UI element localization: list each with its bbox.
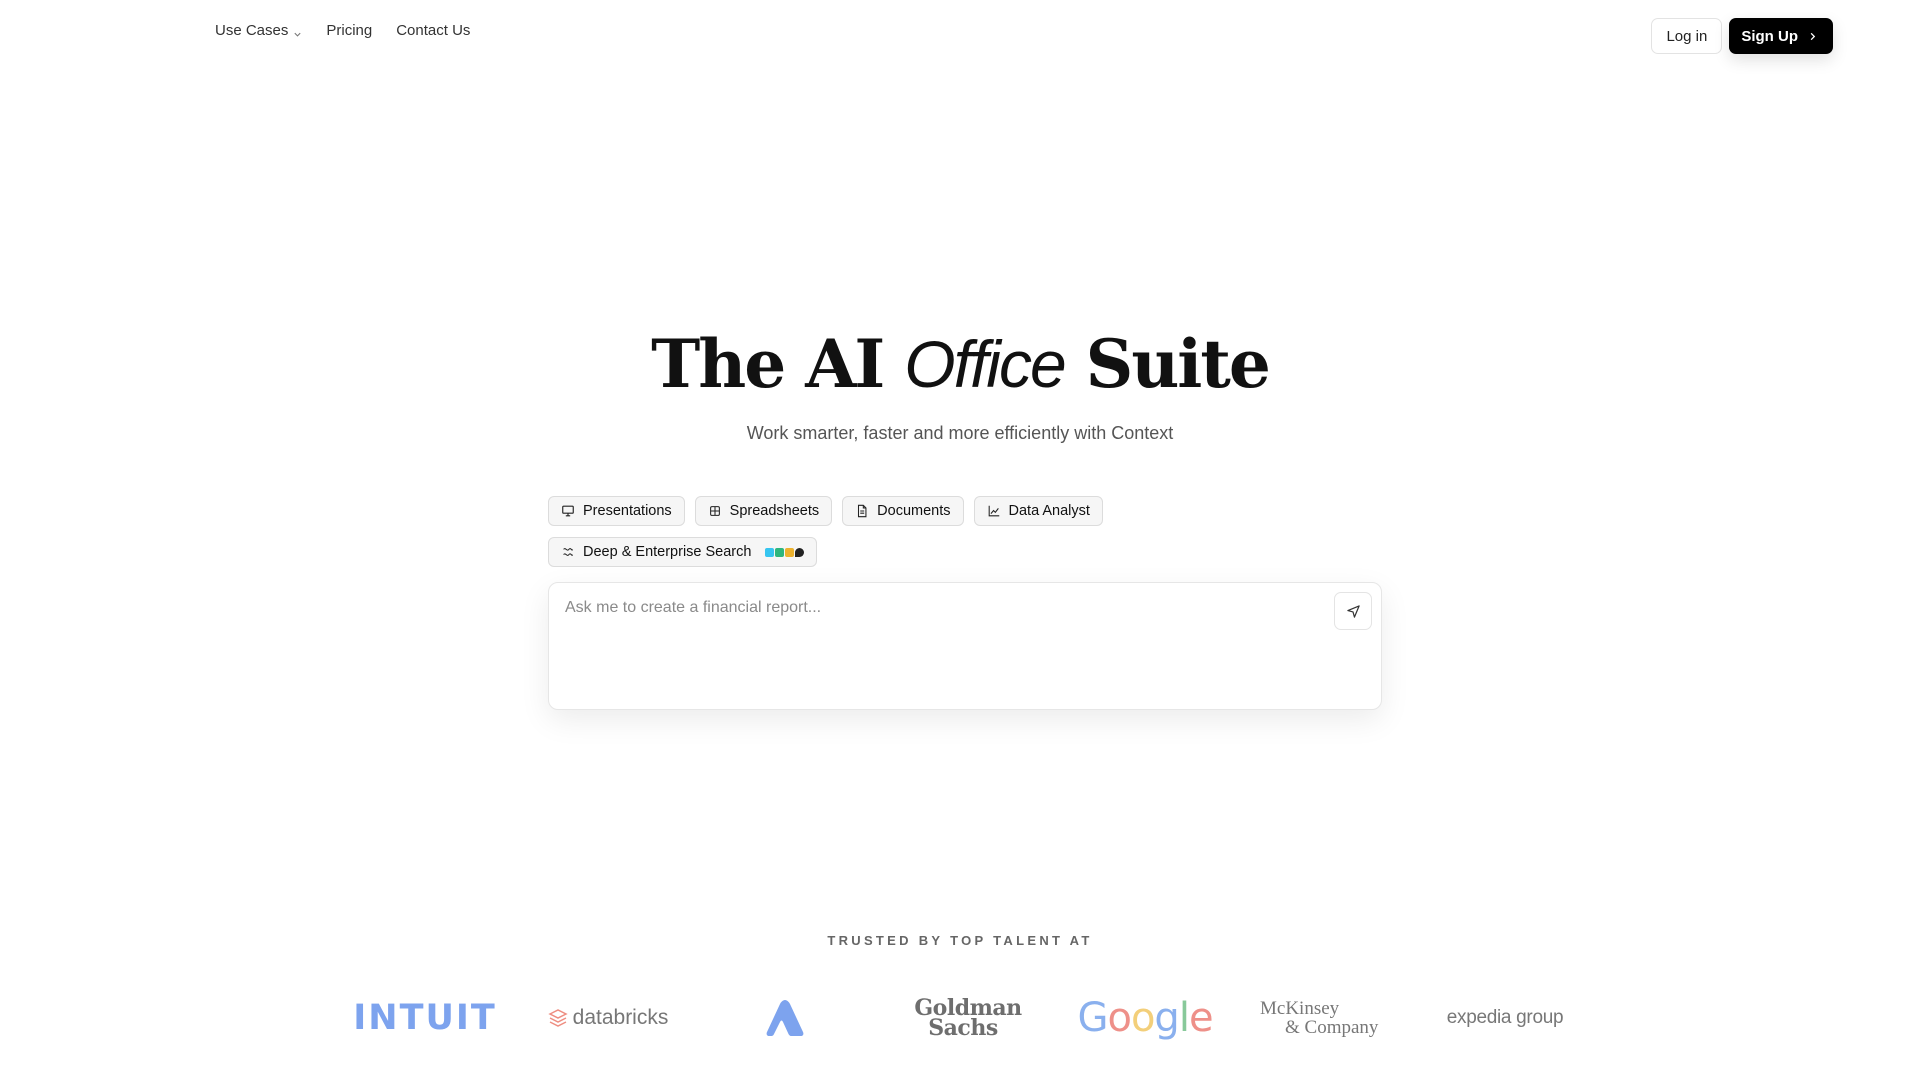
mckinsey-logo: McKinsey & Company <box>1260 988 1390 1048</box>
chip-data-analyst-label: Data Analyst <box>1008 503 1090 519</box>
auth-buttons: Log in Sign Up <box>1651 18 1833 54</box>
expedia-group-logo: expedia group <box>1446 1007 1564 1028</box>
hero-title-suffix: Suite <box>1085 325 1271 403</box>
login-button[interactable]: Log in <box>1651 18 1723 54</box>
integration-icons <box>765 547 805 557</box>
google-letter: e <box>1188 995 1214 1041</box>
nav-use-cases-label: Use Cases <box>215 22 289 39</box>
chip-presentations-label: Presentations <box>583 503 672 519</box>
google-letter: o <box>1130 995 1156 1041</box>
chip-deep-search-label: Deep & Enterprise Search <box>583 544 752 560</box>
intuit-logo: INTUIT <box>353 998 497 1038</box>
chip-presentations[interactable]: Presentations <box>548 496 685 526</box>
chip-deep-enterprise-search[interactable]: Deep & Enterprise Search <box>548 537 818 567</box>
prompt-box <box>548 582 1382 710</box>
spreadsheet-icon <box>708 504 722 518</box>
chip-spreadsheets-label: Spreadsheets <box>729 503 820 519</box>
mckinsey-line1: McKinsey <box>1260 998 1340 1019</box>
chip-data-analyst[interactable]: Data Analyst <box>973 496 1103 526</box>
signup-button[interactable]: Sign Up <box>1729 18 1833 54</box>
prompt-input[interactable] <box>565 599 1325 689</box>
databricks-mark-icon <box>547 1008 568 1028</box>
top-nav: Use Cases Pricing Contact Us <box>215 22 470 39</box>
databricks-wordmark: databricks <box>572 1006 669 1029</box>
google-letter: o <box>1107 995 1132 1041</box>
google-letter: l <box>1178 995 1190 1041</box>
chip-spreadsheets[interactable]: Spreadsheets <box>694 496 833 526</box>
search-sources-icon <box>561 545 575 559</box>
nav-pricing[interactable]: Pricing <box>326 22 372 39</box>
google-letter: g <box>1154 995 1179 1041</box>
mckinsey-line2: & Company <box>1285 1017 1379 1038</box>
databricks-logo: databricks <box>543 988 673 1048</box>
hero-title-italic: Office <box>904 327 1066 401</box>
nav-contact-label: Contact Us <box>396 22 471 39</box>
google-letter: G <box>1077 995 1108 1041</box>
goldman-line2: Sachs <box>928 1015 998 1041</box>
slack-icon <box>765 547 775 557</box>
chip-documents-label: Documents <box>877 503 951 519</box>
send-button[interactable] <box>1334 592 1372 630</box>
google-logo: Google <box>1077 988 1213 1048</box>
chip-documents[interactable]: Documents <box>842 496 964 526</box>
drive-icon <box>775 547 785 557</box>
login-label: Log in <box>1666 27 1708 45</box>
signup-label: Sign Up <box>1741 27 1798 45</box>
chart-icon <box>987 504 1001 518</box>
tool-chips: Presentations Spreadsheets Documents Dat… <box>548 496 1248 567</box>
send-arrow-icon <box>1346 604 1360 618</box>
goldman-sachs-logo: Goldman Sachs <box>914 988 1022 1048</box>
github-icon <box>795 547 805 557</box>
hero-title: The AI Office Suite <box>0 325 1920 403</box>
presentation-icon <box>561 504 575 518</box>
nav-pricing-label: Pricing <box>326 22 373 39</box>
atlassian-logo <box>760 988 810 1048</box>
page: Use Cases Pricing Contact Us Log in Sign… <box>0 0 1920 1080</box>
hero-title-prefix: The AI <box>651 325 885 403</box>
nav-use-cases[interactable]: Use Cases <box>215 22 302 39</box>
chevron-right-icon <box>1808 32 1817 41</box>
hero-subtitle: Work smarter, faster and more efficientl… <box>746 423 1174 443</box>
document-icon <box>855 504 869 518</box>
notion-icon <box>785 547 795 557</box>
trusted-by-label: TRUSTED BY TOP TALENT AT <box>827 933 1093 948</box>
nav-contact-us[interactable]: Contact Us <box>396 22 470 39</box>
chevron-down-icon <box>293 26 302 37</box>
customer-logos: INTUIT databricks Goldman Sachs Google M… <box>0 988 1920 1048</box>
